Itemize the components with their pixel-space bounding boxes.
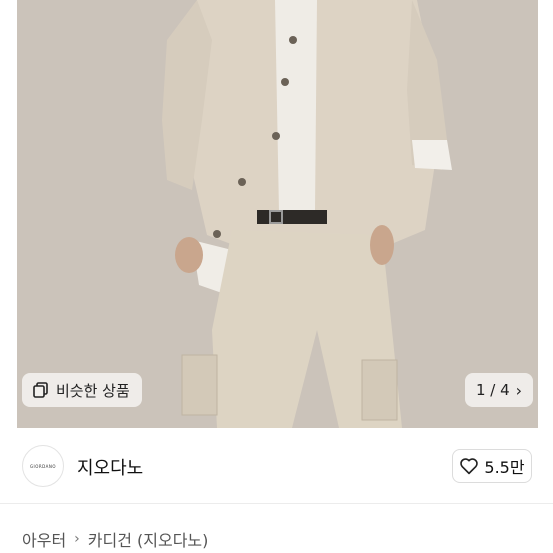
breadcrumb-item-outer[interactable]: 아우터: [22, 527, 66, 551]
seller-logo-text: GIORDANO: [29, 463, 57, 469]
like-count: 5.5만: [484, 458, 525, 477]
image-pager-count: 1 / 4: [475, 381, 510, 399]
breadcrumb-item-cardigan[interactable]: 카디건 (지오다노): [88, 527, 209, 551]
copy-icon: [33, 382, 48, 398]
chevron-right-icon: ›: [74, 531, 80, 547]
similar-products-label: 비슷한 상품: [56, 381, 130, 400]
similar-products-button[interactable]: 비슷한 상품: [22, 373, 142, 407]
breadcrumb: 아우터 › 카디건 (지오다노): [22, 527, 208, 551]
product-photo: [17, 0, 538, 428]
heart-icon: [460, 458, 479, 475]
product-photo-illustration: [17, 0, 538, 428]
image-pager[interactable]: 1 / 4 ›: [465, 373, 533, 407]
product-image-gallery[interactable]: 비슷한 상품 1 / 4 ›: [0, 0, 553, 428]
seller-name[interactable]: 지오다노: [77, 454, 143, 480]
seller-avatar[interactable]: GIORDANO: [22, 445, 64, 487]
seller-row: GIORDANO 지오다노 5.5만: [0, 428, 553, 504]
chevron-right-icon: ›: [515, 380, 523, 400]
like-button[interactable]: 5.5만: [452, 449, 532, 483]
